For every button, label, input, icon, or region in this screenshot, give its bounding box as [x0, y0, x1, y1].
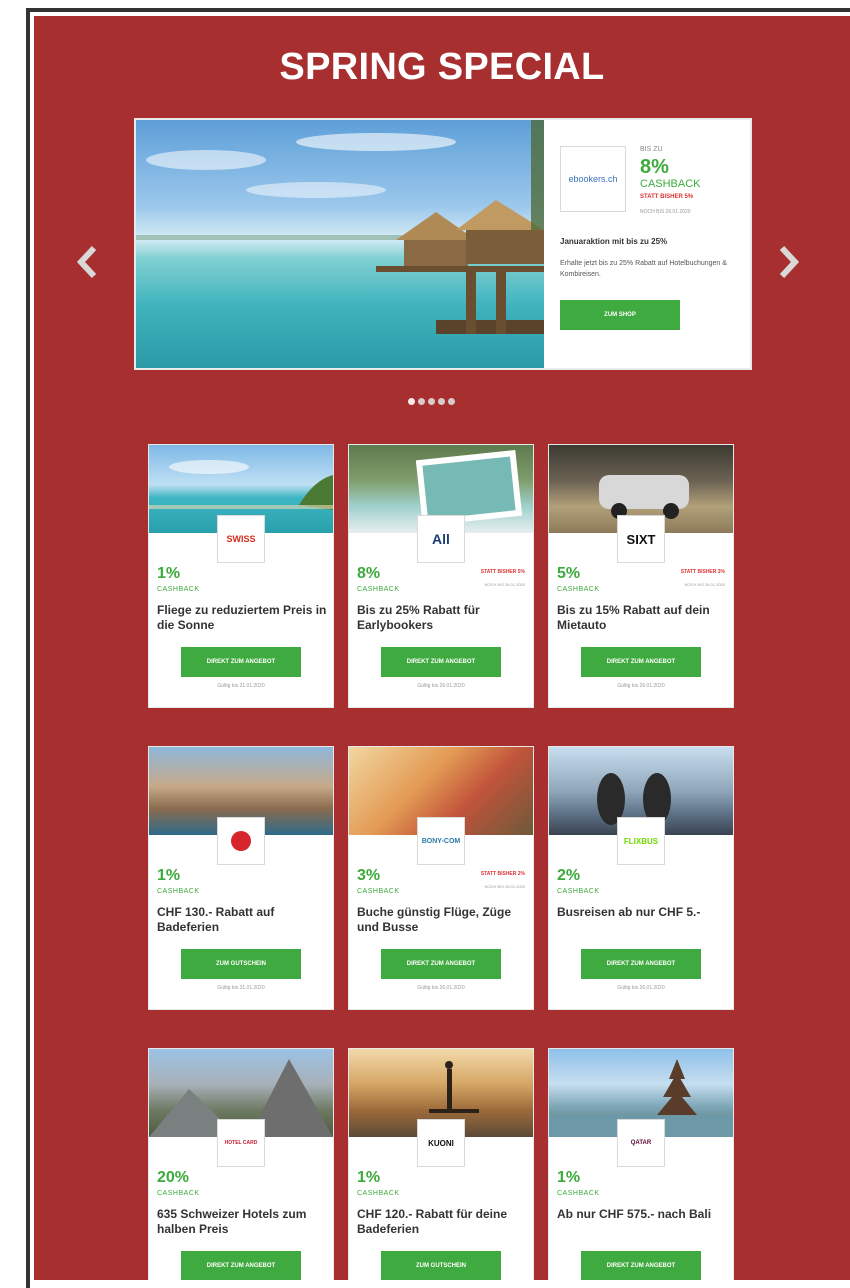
- card-cashback-label: CASHBACK: [557, 888, 600, 895]
- offer-card-kuoni[interactable]: KUONI 1% CASHBACK CHF 120.- Rabatt für d…: [348, 1048, 534, 1280]
- slider-dot-1[interactable]: [408, 398, 415, 405]
- card-cashback-percent: 3%: [357, 867, 381, 884]
- offer-card-all[interactable]: All 8% CASHBACK STATT BISHER 5% NOCH BIS…: [348, 444, 534, 708]
- slider-dot-3[interactable]: [428, 398, 435, 405]
- card-validity: Gültig bis 31.01.2020: [217, 683, 265, 689]
- offer-card-qatar[interactable]: QATAR 1% CASHBACK Ab nur CHF 575.- nach …: [548, 1048, 734, 1280]
- card-cta-button[interactable]: DIREKT ZUM ANGEBOT: [381, 647, 501, 677]
- card-cta-button[interactable]: DIREKT ZUM ANGEBOT: [381, 949, 501, 979]
- card-title: Fliege zu reduziertem Preis in die Sonne: [157, 603, 327, 632]
- hero-offer-title: Januaraktion mit bis zu 25%: [560, 237, 668, 246]
- card-title: Bis zu 15% Rabatt auf dein Mietauto: [557, 603, 710, 632]
- card-cashback-label: CASHBACK: [557, 586, 600, 593]
- spring-special-page: SPRING SPECIAL ebookers.ch BIS ZU 8% CAS…: [34, 16, 850, 1280]
- hero-up-to: BIS ZU: [640, 146, 663, 153]
- card-previous-rate: STATT BISHER 2%: [480, 871, 525, 877]
- card-cashback-percent: 1%: [157, 867, 181, 884]
- card-voucher-button[interactable]: ZUM GUTSCHEIN: [381, 1251, 501, 1280]
- hero-offer-description: Erhalte jetzt bis zu 25% Rabatt auf Hote…: [560, 260, 727, 278]
- hero-image-maldives: [136, 120, 544, 368]
- card-validity: Gültig bis 26.01.2020: [617, 985, 665, 991]
- slider-pagination: [408, 398, 455, 405]
- ebookers-logo: ebookers.ch: [560, 146, 626, 212]
- card-previous-rate-validity: NOCH BIS 26.01.2020: [484, 582, 525, 587]
- swiss-logo: SWISS: [217, 515, 265, 563]
- card-validity: Gültig bis 26.01.2020: [617, 683, 665, 689]
- card-previous-rate: STATT BISHER 3%: [680, 569, 725, 575]
- card-validity: Gültig bis 26.01.2020: [417, 683, 465, 689]
- card-cashback-label: CASHBACK: [157, 1190, 200, 1197]
- card-cashback-percent: 8%: [357, 565, 381, 582]
- offer-card-bonycom[interactable]: BONY-COM 3% CASHBACK STATT BISHER 2% NOC…: [348, 746, 534, 1010]
- card-previous-rate-validity: NOCH BIS 26.01.2020: [684, 582, 725, 587]
- card-title: Bis zu 25% Rabatt für Earlybookers: [357, 603, 480, 632]
- offer-card-badeferien[interactable]: 1% CASHBACK CHF 130.- Rabatt auf Badefer…: [148, 746, 334, 1010]
- card-title: 635 Schweizer Hotels zum halben Preis: [157, 1207, 307, 1236]
- hotelcard-logo: HOTEL CARD: [217, 1119, 265, 1167]
- card-cashback-label: CASHBACK: [357, 1190, 400, 1197]
- card-cashback-label: CASHBACK: [157, 586, 200, 593]
- card-cta-button[interactable]: DIREKT ZUM ANGEBOT: [581, 1251, 701, 1280]
- hero-previous-rate: STATT BISHER 5%: [640, 194, 694, 200]
- card-title: Ab nur CHF 575.- nach Bali: [557, 1207, 712, 1221]
- slider-dot-5[interactable]: [448, 398, 455, 405]
- offer-card-swiss[interactable]: SWISS 1% CASHBACK Fliege zu reduziertem …: [148, 444, 334, 708]
- card-cta-button[interactable]: DIREKT ZUM ANGEBOT: [181, 1251, 301, 1280]
- red-circle-logo-icon: [231, 831, 251, 851]
- sixt-logo: SIXT: [617, 515, 665, 563]
- card-cashback-label: CASHBACK: [357, 888, 400, 895]
- slider-dot-4[interactable]: [438, 398, 445, 405]
- hero-slide[interactable]: ebookers.ch BIS ZU 8% CASHBACK STATT BIS…: [136, 120, 750, 368]
- card-cashback-label: CASHBACK: [157, 888, 200, 895]
- hero-cashback-percent: 8%: [640, 156, 669, 178]
- hero-cashback-label: CASHBACK: [640, 178, 701, 190]
- card-cashback-percent: 5%: [557, 565, 581, 582]
- all-logo: All: [417, 515, 465, 563]
- card-cashback-percent: 1%: [357, 1169, 381, 1186]
- offer-card-flixbus[interactable]: FLIXBUS 2% CASHBACK Busreisen ab nur CHF…: [548, 746, 734, 1010]
- card-validity: Gültig bis 26.01.2020: [417, 985, 465, 991]
- card-previous-rate: STATT BISHER 5%: [480, 569, 525, 575]
- flixbus-logo: FLIXBUS: [617, 817, 665, 865]
- page-title: SPRING SPECIAL: [279, 46, 605, 88]
- card-cashback-percent: 1%: [557, 1169, 581, 1186]
- hero-to-shop-button[interactable]: ZUM SHOP: [560, 300, 680, 330]
- hero-offer-card: ebookers.ch BIS ZU 8% CASHBACK STATT BIS…: [544, 120, 750, 368]
- hero-illustration: [136, 120, 544, 334]
- slider-prev-button[interactable]: [72, 242, 102, 282]
- slider-next-button[interactable]: [774, 242, 804, 282]
- chevron-left-icon: [76, 245, 97, 279]
- travel-brand-logo: [217, 817, 265, 865]
- card-cta-button[interactable]: DIREKT ZUM ANGEBOT: [181, 647, 301, 677]
- card-cashback-percent: 2%: [557, 867, 581, 884]
- card-title: CHF 120.- Rabatt für deine Badeferien: [357, 1207, 508, 1236]
- card-cta-button[interactable]: DIREKT ZUM ANGEBOT: [581, 647, 701, 677]
- card-title: Buche günstig Flüge, Züge und Busse: [357, 905, 511, 934]
- card-title: CHF 130.- Rabatt auf Badeferien: [157, 905, 275, 934]
- bony-com-logo: BONY-COM: [417, 817, 465, 865]
- offer-card-hotelcard[interactable]: HOTEL CARD 20% CASHBACK 635 Schweizer Ho…: [148, 1048, 334, 1280]
- card-voucher-button[interactable]: ZUM GUTSCHEIN: [181, 949, 301, 979]
- qatar-airways-logo: QATAR: [617, 1119, 665, 1167]
- chevron-right-icon: [779, 245, 800, 279]
- card-validity: Gültig bis 31.01.2020: [217, 985, 265, 991]
- card-cta-button[interactable]: DIREKT ZUM ANGEBOT: [581, 949, 701, 979]
- card-cashback-label: CASHBACK: [357, 586, 400, 593]
- card-previous-rate-validity: NOCH BIS 26.01.2020: [484, 884, 525, 889]
- card-title: Busreisen ab nur CHF 5.-: [557, 905, 701, 919]
- card-cashback-percent: 1%: [157, 565, 181, 582]
- slider-dot-2[interactable]: [418, 398, 425, 405]
- card-cashback-label: CASHBACK: [557, 1190, 600, 1197]
- hero-validity: NOCH BIS 26.01.2020: [640, 209, 691, 215]
- kuoni-logo: KUONI: [417, 1119, 465, 1167]
- card-cashback-percent: 20%: [157, 1169, 190, 1186]
- offer-card-sixt[interactable]: SIXT 5% CASHBACK STATT BISHER 3% NOCH BI…: [548, 444, 734, 708]
